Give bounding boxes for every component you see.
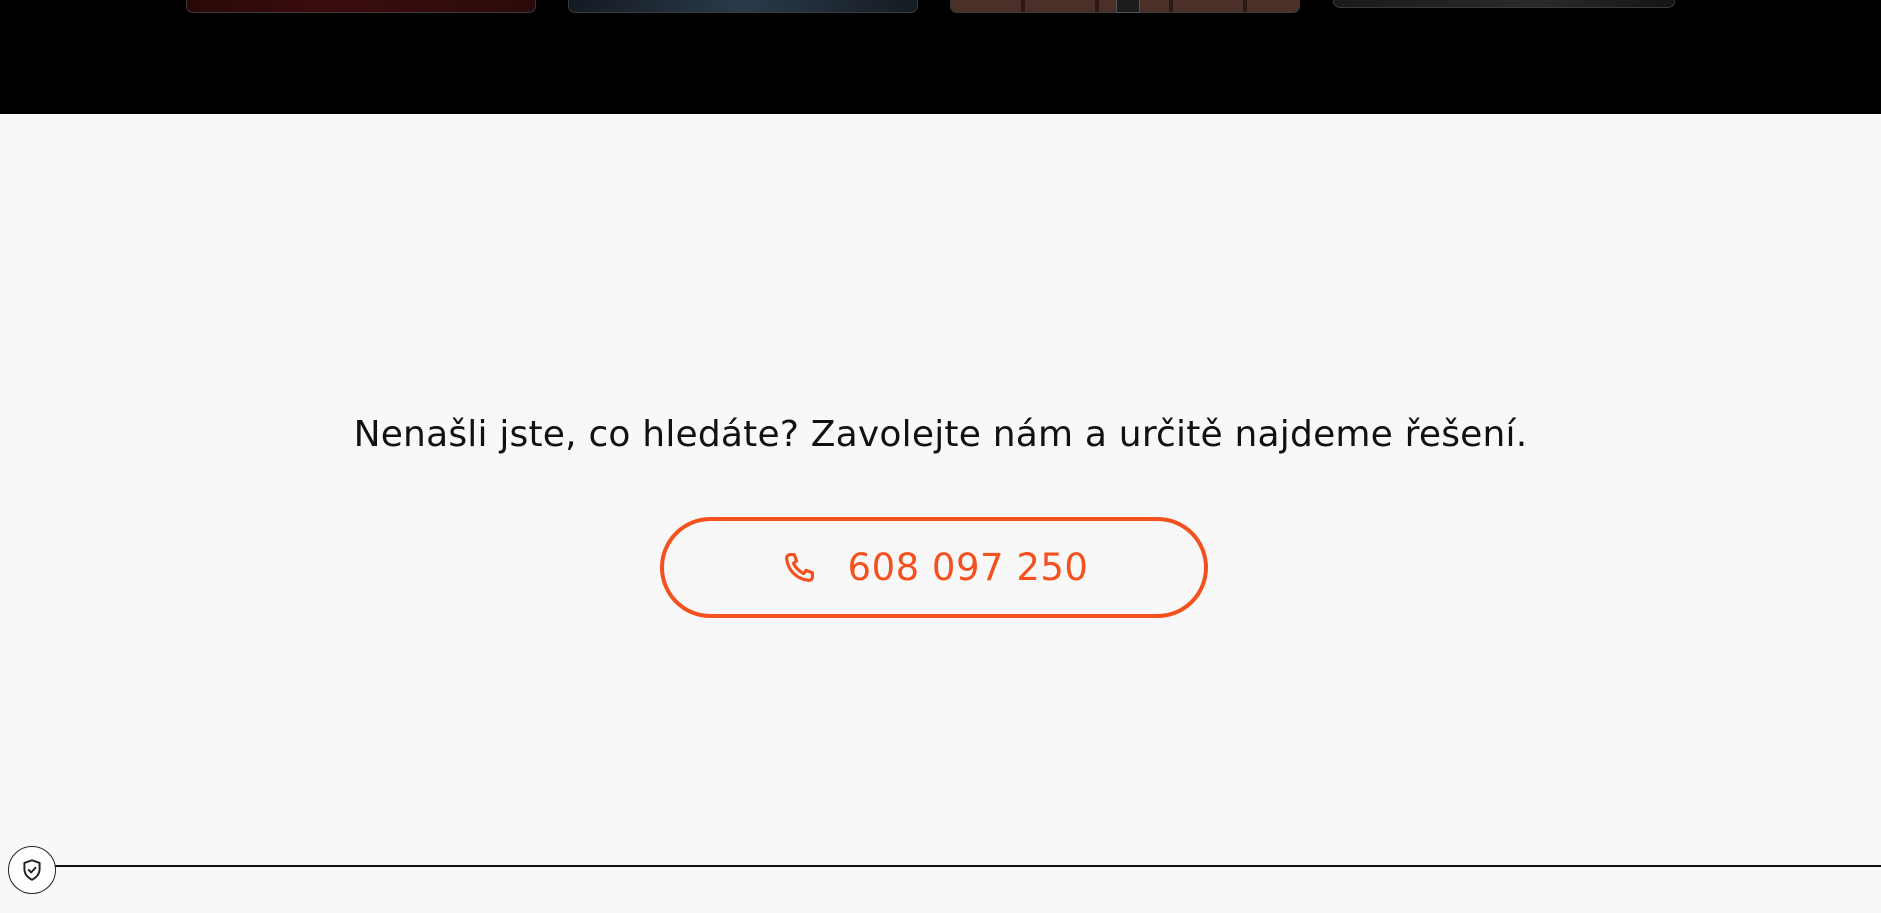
cookie-consent-button[interactable] <box>8 846 56 894</box>
gallery-thumbnail[interactable] <box>1333 0 1675 8</box>
page-footer-area <box>0 867 1881 913</box>
call-phone-button[interactable]: 608 097 250 <box>660 517 1208 618</box>
phone-number: 608 097 250 <box>847 546 1089 589</box>
cta-headline: Nenašli jste, co hledáte? Zavolejte nám … <box>353 414 1528 455</box>
gallery-thumbnail[interactable] <box>186 0 536 13</box>
gallery-thumbnail[interactable] <box>568 0 918 13</box>
contact-cta-section: Nenašli jste, co hledáte? Zavolejte nám … <box>0 114 1881 864</box>
gallery-thumbnail[interactable] <box>950 0 1300 13</box>
thumbnail-marker <box>1116 0 1140 13</box>
gallery-strip <box>0 0 1881 114</box>
divider <box>30 865 1881 867</box>
phone-icon <box>780 549 818 587</box>
shield-check-icon <box>19 857 45 883</box>
